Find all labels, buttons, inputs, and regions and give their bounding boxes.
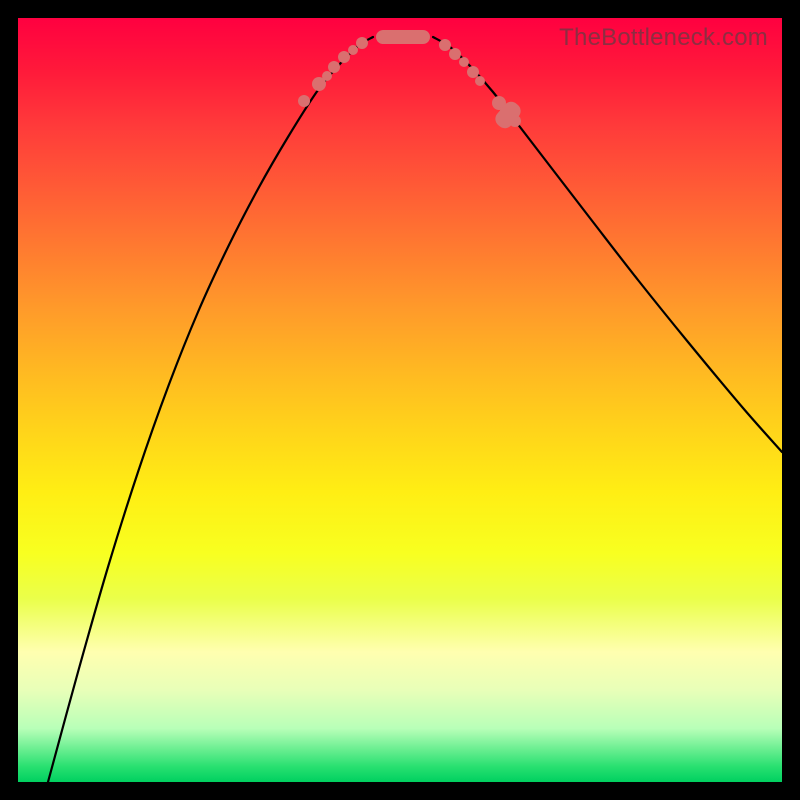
curve-marker bbox=[439, 39, 451, 51]
chart-stage: TheBottleneck.com bbox=[0, 0, 800, 800]
curve-marker bbox=[298, 95, 310, 107]
curve-marker bbox=[328, 61, 340, 73]
marker-pill bbox=[376, 30, 430, 44]
curve-marker bbox=[475, 76, 485, 86]
curve-marker bbox=[322, 71, 332, 81]
curve-marker bbox=[449, 48, 461, 60]
curve-left bbox=[48, 37, 373, 782]
chart-plot-area: TheBottleneck.com bbox=[18, 18, 782, 782]
chart-overlay bbox=[18, 18, 782, 782]
curve-marker bbox=[338, 51, 350, 63]
curve-marker bbox=[467, 66, 479, 78]
curve-marker bbox=[459, 57, 469, 67]
curve-right bbox=[433, 37, 782, 452]
curve-marker bbox=[348, 45, 358, 55]
curve-marker bbox=[356, 37, 368, 49]
